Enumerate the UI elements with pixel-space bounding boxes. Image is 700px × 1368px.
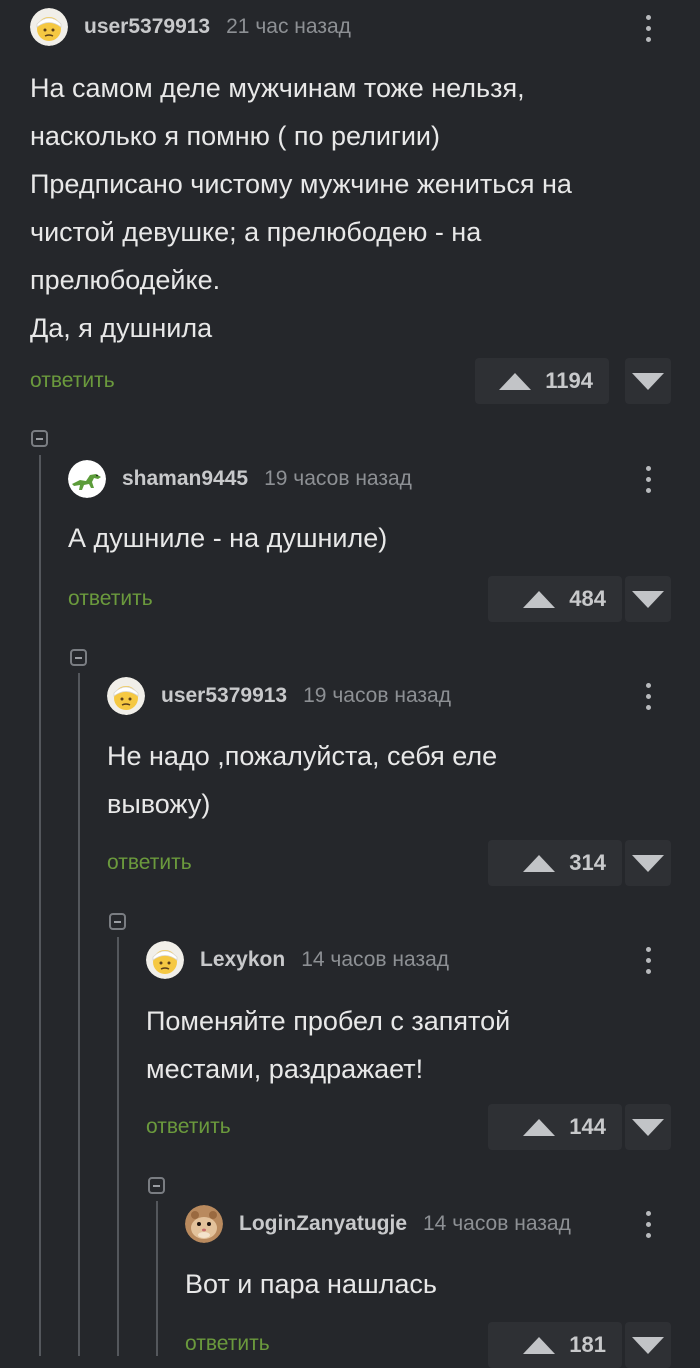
more-options-button[interactable]: [638, 678, 658, 714]
dot: [645, 957, 651, 963]
comment-text: Вот и пара нашлась: [185, 1269, 437, 1299]
comment-header: shaman9445 19 часов назад: [68, 459, 412, 499]
reply-button[interactable]: ответить: [68, 587, 153, 611]
dot: [645, 682, 651, 688]
face-with-head-bandage-icon: [146, 941, 184, 979]
rating: 144: [569, 1114, 606, 1139]
hamster-icon: [185, 1205, 223, 1243]
avatar[interactable]: [185, 1205, 223, 1243]
arrow-up-icon: [523, 1118, 556, 1136]
comment-header: Lexykon 14 часов назад: [146, 940, 449, 980]
thread-line: [117, 937, 119, 1356]
dot: [645, 25, 651, 31]
more-options-button[interactable]: [638, 942, 658, 978]
arrow-down-icon: [632, 372, 664, 390]
face-with-head-bandage-icon: [30, 8, 68, 46]
arrow-down-icon: [632, 854, 664, 872]
rating: 181: [569, 1332, 606, 1357]
upvote-button[interactable]: 144: [488, 1104, 622, 1150]
timestamp: 19 часов назад: [303, 684, 451, 707]
avatar[interactable]: [68, 460, 106, 498]
upvote-button[interactable]: 1194: [475, 358, 609, 404]
timestamp: 19 часов назад: [264, 467, 412, 490]
thread-line: [78, 673, 80, 1356]
rating: 1194: [545, 368, 593, 393]
dot: [645, 487, 651, 493]
comment-header: LoginZanyatugje 14 часов назад: [185, 1204, 571, 1244]
comment-header: user5379913 19 часов назад: [107, 676, 451, 716]
upvote-button[interactable]: 181: [488, 1322, 622, 1368]
avatar[interactable]: [107, 677, 145, 715]
downvote-button[interactable]: [625, 576, 671, 622]
comment-header: user5379913 21 час назад: [30, 7, 351, 47]
comment-text: Поменяйте пробел с запятой местами, разд…: [146, 1006, 511, 1084]
collapse-thread-button[interactable]: [109, 913, 126, 930]
avatar[interactable]: [146, 941, 184, 979]
reply-button[interactable]: ответить: [185, 1332, 270, 1356]
face-with-head-bandage-icon: [107, 677, 145, 715]
downvote-button[interactable]: [625, 358, 671, 404]
avatar[interactable]: [30, 8, 68, 46]
reply-button[interactable]: ответить: [107, 851, 192, 875]
dot: [645, 704, 651, 710]
downvote-button[interactable]: [625, 1322, 671, 1368]
more-options-button[interactable]: [638, 461, 658, 497]
downvote-button[interactable]: [625, 840, 671, 886]
thread-line: [156, 1201, 158, 1356]
dot: [645, 1210, 651, 1216]
dot: [645, 1232, 651, 1238]
upvote-button[interactable]: 314: [488, 840, 622, 886]
collapse-thread-button[interactable]: [31, 430, 48, 447]
dot: [645, 476, 651, 482]
collapse-thread-button[interactable]: [148, 1177, 165, 1194]
reply-button[interactable]: ответить: [146, 1115, 231, 1139]
username[interactable]: user5379913: [161, 684, 287, 708]
arrow-up-icon: [523, 854, 556, 872]
arrow-down-icon: [632, 1118, 664, 1136]
dot: [645, 693, 651, 699]
rating: 484: [569, 586, 606, 611]
dot: [645, 36, 651, 42]
dot: [645, 465, 651, 471]
arrow-up-icon: [523, 1336, 556, 1354]
timestamp: 14 часов назад: [423, 1212, 571, 1235]
dot: [645, 968, 651, 974]
username[interactable]: user5379913: [84, 15, 210, 39]
timestamp: 14 часов назад: [301, 948, 450, 971]
username[interactable]: shaman9445: [122, 467, 248, 491]
arrow-up-icon: [499, 372, 532, 390]
dot: [645, 1221, 651, 1227]
upvote-button[interactable]: 484: [488, 576, 622, 622]
reply-button[interactable]: ответить: [30, 369, 115, 393]
dot: [645, 946, 651, 952]
username[interactable]: Lexykon: [200, 948, 285, 972]
arrow-down-icon: [632, 590, 664, 608]
collapse-thread-button[interactable]: [70, 649, 87, 666]
thread-line: [39, 455, 41, 1356]
more-options-button[interactable]: [638, 10, 658, 46]
downvote-button[interactable]: [625, 1104, 671, 1150]
more-options-button[interactable]: [638, 1206, 658, 1242]
green-dinosaur-icon: [68, 460, 106, 498]
timestamp: 21 час назад: [226, 15, 351, 38]
comment-text: А душниле - на душниле): [68, 523, 388, 553]
username[interactable]: LoginZanyatugje: [239, 1212, 407, 1236]
comment-text: На самом деле мужчинам тоже нельзя, наск…: [30, 73, 572, 343]
arrow-up-icon: [523, 590, 556, 608]
dot: [645, 14, 651, 20]
comment-text: Не надо ,пожалуйста, себя еле вывожу): [107, 741, 498, 819]
rating: 314: [569, 850, 606, 875]
arrow-down-icon: [632, 1336, 664, 1354]
